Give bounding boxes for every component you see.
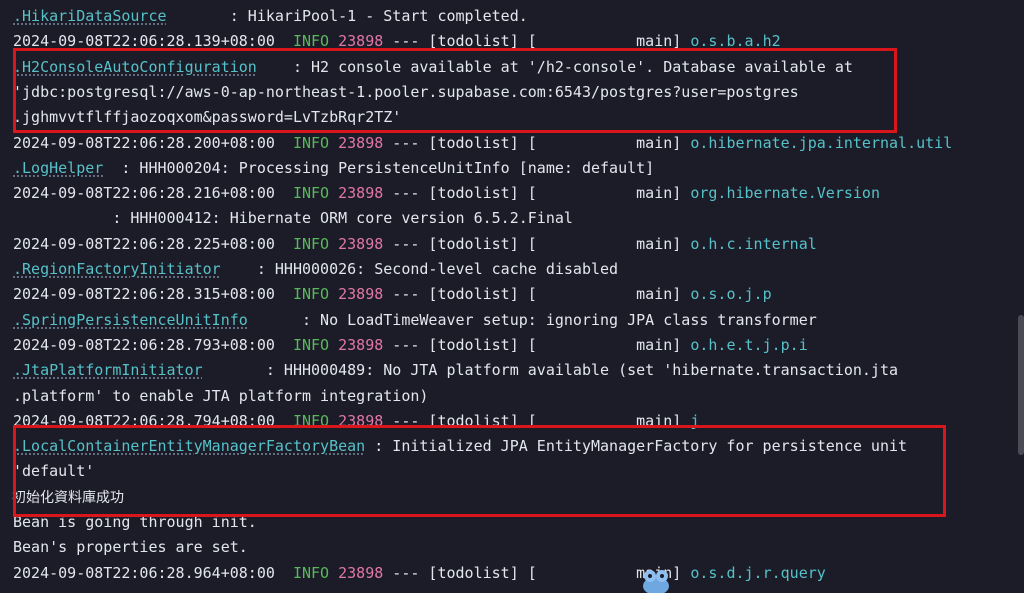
log-text: : HHH000412: Hibernate ORM core version … — [13, 209, 573, 228]
terminal-output[interactable]: .HikariDataSource : HikariPool-1 - Start… — [0, 0, 1024, 593]
log-line: 2024-09-08T22:06:28.964+08:00 INFO 23898… — [13, 561, 1013, 586]
log-thread: --- [todolist] [ main] — [383, 32, 691, 51]
log-timestamp: 2024-09-08T22:06:28.793+08:00 — [13, 335, 275, 354]
log-line: .JtaPlatformInitiator : HHH000489: No JT… — [13, 358, 1013, 383]
log-thread: --- [todolist] [ main] — [383, 335, 691, 354]
log-line: 'default' — [13, 459, 1013, 484]
log-level: INFO — [292, 184, 330, 203]
log-line: .RegionFactoryInitiator : HHH000026: Sec… — [13, 257, 1013, 282]
log-logger: o.s.o.j.p — [690, 285, 772, 304]
log-line: 2024-09-08T22:06:28.315+08:00 INFO 23898… — [13, 282, 1013, 307]
log-timestamp: 2024-09-08T22:06:28.794+08:00 — [13, 411, 275, 430]
log-pid: 23898 — [338, 285, 384, 304]
log-text: Bean is going through init. — [13, 513, 257, 531]
log-logger: j — [690, 411, 700, 430]
log-line: 2024-09-08T22:06:28.216+08:00 INFO 23898… — [13, 181, 1013, 206]
log-class: .HikariDataSource — [13, 7, 167, 25]
log-line: 2024-09-08T22:06:28.794+08:00 INFO 23898… — [13, 409, 1013, 434]
log-class: .LocalContainerEntityManagerFactoryBean — [13, 437, 366, 456]
log-thread: --- [todolist] [ main] — [383, 133, 691, 152]
log-message: : Initialized JPA EntityManagerFactory f… — [365, 437, 908, 456]
log-line: .HikariDataSource : HikariPool-1 - Start… — [13, 4, 1013, 29]
log-timestamp: 2024-09-08T22:06:28.216+08:00 — [13, 184, 275, 203]
log-line: .H2ConsoleAutoConfiguration : H2 console… — [13, 55, 1013, 80]
log-pid: 23898 — [338, 184, 384, 203]
log-thread: --- [todolist] [ main] — [383, 184, 691, 203]
log-message: : H2 console available at '/h2-console'.… — [256, 57, 853, 76]
log-pid: 23898 — [338, 563, 384, 582]
log-logger: o.s.b.a.h2 — [690, 32, 781, 51]
log-class: .JtaPlatformInitiator — [13, 361, 203, 380]
log-message: : HHH000026: Second-level cache disabled — [220, 260, 619, 278]
log-line: : HHH000412: Hibernate ORM core version … — [13, 206, 1013, 231]
log-timestamp: 2024-09-08T22:06:28.139+08:00 — [13, 32, 275, 51]
log-logger: o.hibernate.jpa.internal.util — [690, 133, 953, 152]
scrollbar-thumb[interactable] — [1018, 315, 1024, 455]
log-text: 'jdbc:postgresql://aws-0-ap-northeast-1.… — [13, 82, 799, 101]
log-text: .platform' to enable JTA platform integr… — [13, 386, 429, 405]
log-text: .jghmvvtflffjaozoqxom&password=LvTzbRqr2… — [13, 108, 402, 127]
log-line: 2024-09-08T22:06:28.793+08:00 INFO 23898… — [13, 333, 1013, 358]
log-line: .LocalContainerEntityManagerFactoryBean … — [13, 434, 1013, 459]
log-line: 'jdbc:postgresql://aws-0-ap-northeast-1.… — [13, 80, 1013, 105]
log-class: .H2ConsoleAutoConfiguration — [13, 57, 257, 76]
log-line: .SpringPersistenceUnitInfo : No LoadTime… — [13, 308, 1013, 333]
log-level: INFO — [292, 411, 330, 430]
log-logger: o.s.d.j.r.query — [690, 563, 826, 582]
log-level: INFO — [292, 335, 330, 354]
log-message: : HHH000489: No JTA platform available (… — [202, 361, 899, 380]
log-pid: 23898 — [338, 32, 384, 51]
log-text: 'default' — [13, 462, 95, 481]
log-level: INFO — [292, 285, 330, 304]
log-text: 初始化資料庫成功 — [12, 489, 124, 506]
log-line: .LogHelper : HHH000204: Processing Persi… — [13, 156, 1013, 181]
log-line: .jghmvvtflffjaozoqxom&password=LvTzbRqr2… — [13, 105, 1013, 130]
log-level: INFO — [292, 133, 330, 152]
log-line: Bean's properties are set. — [13, 535, 1013, 560]
log-level: INFO — [292, 234, 330, 253]
log-timestamp: 2024-09-08T22:06:28.225+08:00 — [13, 234, 275, 253]
log-message: : HikariPool-1 - Start completed. — [166, 7, 528, 25]
log-pid: 23898 — [338, 133, 384, 152]
log-timestamp: 2024-09-08T22:06:28.964+08:00 — [13, 563, 275, 582]
log-thread: --- [todolist] [ main] — [383, 234, 691, 253]
log-logger: org.hibernate.Version — [690, 184, 880, 203]
log-line: 2024-09-08T22:06:28.225+08:00 INFO 23898… — [13, 232, 1013, 257]
log-level: INFO — [292, 32, 330, 51]
log-text: Bean's properties are set. — [13, 538, 248, 557]
log-message: : No LoadTimeWeaver setup: ignoring JPA … — [247, 310, 817, 329]
log-pid: 23898 — [338, 234, 384, 253]
log-timestamp: 2024-09-08T22:06:28.315+08:00 — [13, 285, 275, 304]
log-logger: o.h.e.t.j.p.i — [690, 335, 808, 354]
log-logger: o.h.c.internal — [690, 234, 817, 253]
log-class: .RegionFactoryInitiator — [13, 260, 221, 278]
log-class: .LogHelper — [13, 158, 104, 177]
log-line: 2024-09-08T22:06:28.200+08:00 INFO 23898… — [13, 131, 1013, 156]
log-class: .SpringPersistenceUnitInfo — [13, 310, 248, 329]
log-timestamp: 2024-09-08T22:06:28.200+08:00 — [13, 133, 275, 152]
log-thread: --- [todolist] [ main] — [383, 285, 691, 304]
log-pid: 23898 — [338, 411, 384, 430]
log-message: : HHH000204: Processing PersistenceUnitI… — [103, 158, 655, 177]
log-thread: --- [todolist] [ main] — [383, 411, 691, 430]
mascot-icon — [643, 570, 669, 593]
log-line: 2024-09-08T22:06:28.139+08:00 INFO 23898… — [13, 29, 1013, 54]
log-pid: 23898 — [338, 335, 384, 354]
log-line: Bean is going through init. — [13, 510, 1013, 535]
log-line: .platform' to enable JTA platform integr… — [13, 384, 1013, 409]
log-level: INFO — [292, 563, 330, 582]
log-line: 初始化資料庫成功 — [12, 485, 1012, 510]
